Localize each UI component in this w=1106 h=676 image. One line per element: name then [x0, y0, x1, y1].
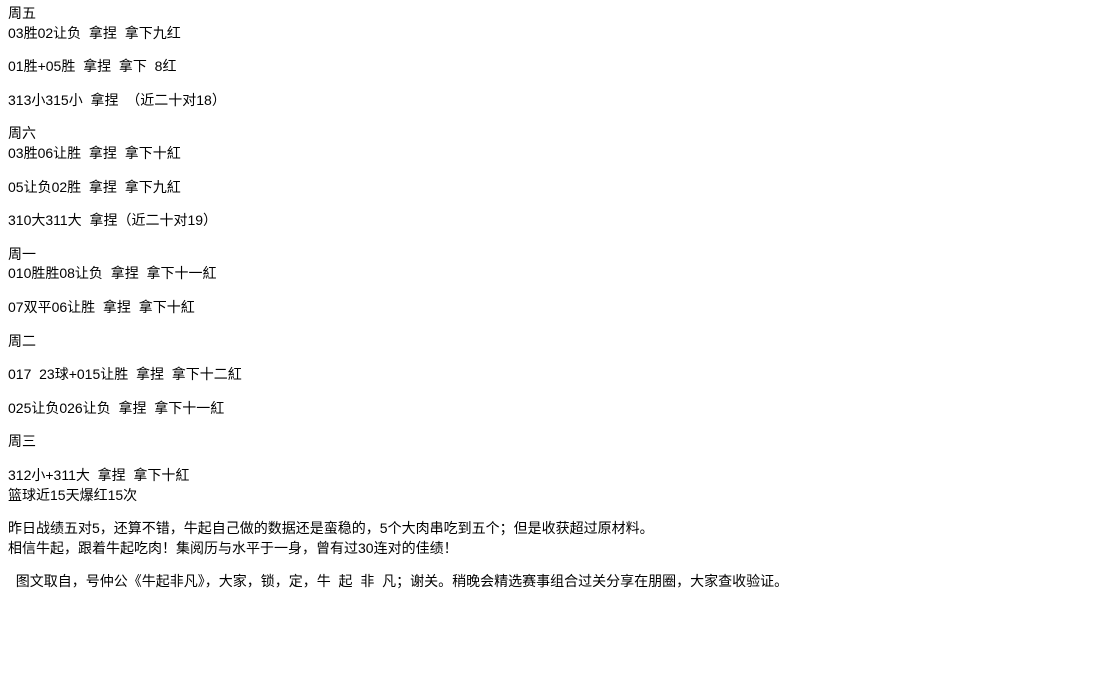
summary-line: 昨日战绩五对5，还算不错，牛起自己做的数据还是蛮稳的，5个大肉串吃到五个；但是收… [8, 519, 1098, 539]
spacer [8, 110, 1098, 124]
day-header: 周三 [8, 432, 1098, 452]
day-header: 周五 [8, 4, 1098, 24]
pick-line: 03胜02让负 拿捏 拿下九红 [8, 24, 1098, 44]
spacer [8, 284, 1098, 298]
day-header: 周一 [8, 245, 1098, 265]
day-header: 周二 [8, 332, 1098, 352]
spacer [8, 351, 1098, 365]
spacer [8, 77, 1098, 91]
spacer [8, 505, 1098, 519]
credit-line: 图文取自，号仲公《牛起非凡》，大家，锁，定，牛 起 非 凡；谢关。稍晚会精选赛事… [8, 572, 1098, 592]
streak-line: 篮球近15天爆红15次 [8, 486, 1098, 506]
spacer [8, 43, 1098, 57]
spacer [8, 197, 1098, 211]
pick-line: 017 23球+015让胜 拿捏 拿下十二紅 [8, 365, 1098, 385]
spacer [8, 452, 1098, 466]
spacer [8, 385, 1098, 399]
day-header: 周六 [8, 124, 1098, 144]
pick-line: 07双平06让胜 拿捏 拿下十紅 [8, 298, 1098, 318]
spacer [8, 231, 1098, 245]
summary-line: 相信牛起，跟着牛起吃肉！集阅历与水平于一身，曾有过30连对的佳绩！ [8, 539, 1098, 559]
pick-line: 312小+311大 拿捏 拿下十紅 [8, 466, 1098, 486]
pick-line: 03胜06让胜 拿捏 拿下十紅 [8, 144, 1098, 164]
spacer [8, 418, 1098, 432]
pick-line: 025让负026让负 拿捏 拿下十一紅 [8, 399, 1098, 419]
pick-line: 01胜+05胜 拿捏 拿下 8红 [8, 57, 1098, 77]
spacer [8, 558, 1098, 572]
pick-line: 05让负02胜 拿捏 拿下九紅 [8, 178, 1098, 198]
pick-line: 010胜胜08让负 拿捏 拿下十一紅 [8, 264, 1098, 284]
pick-line: 313小315小 拿捏 （近二十对18） [8, 91, 1098, 111]
spacer [8, 164, 1098, 178]
pick-line: 310大311大 拿捏（近二十对19） [8, 211, 1098, 231]
spacer [8, 318, 1098, 332]
